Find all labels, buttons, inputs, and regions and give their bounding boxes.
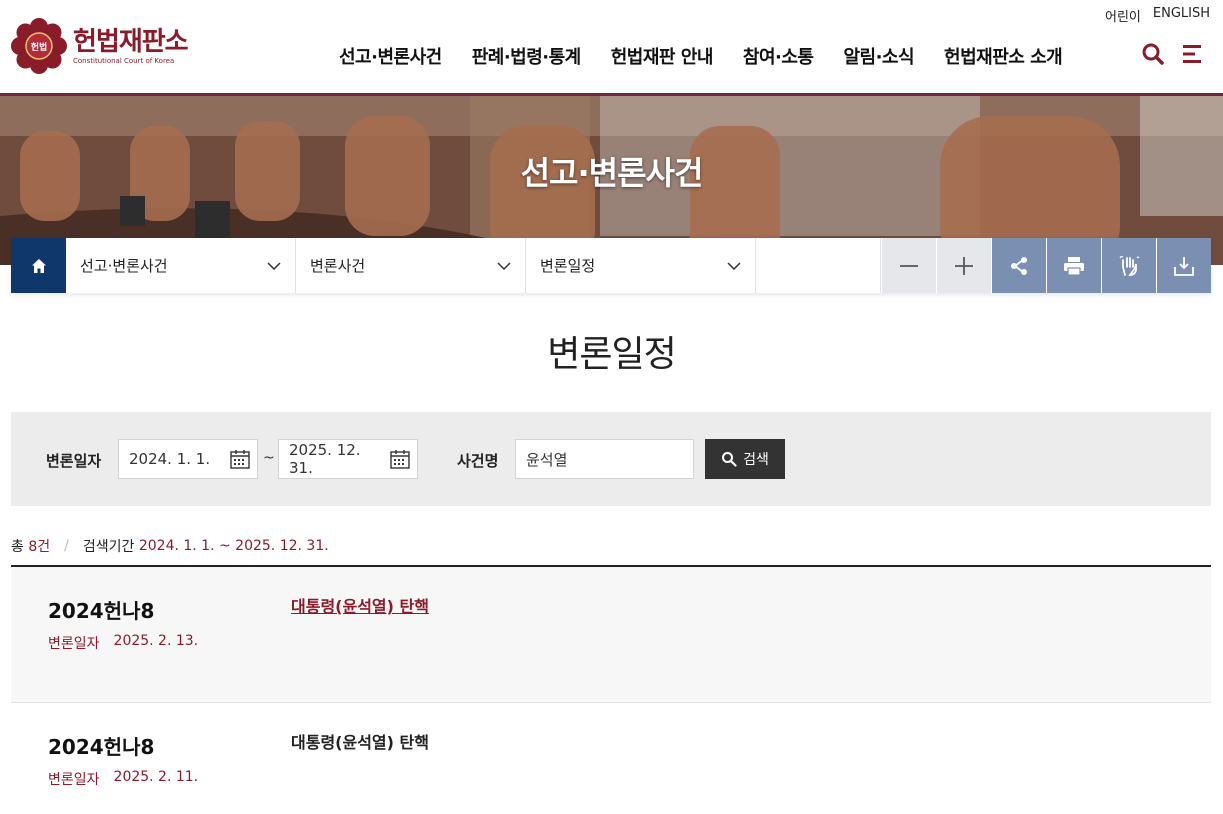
location-dropdown-3[interactable]: 변론일정 bbox=[526, 238, 756, 293]
main-nav: 선고·변론사건 판례·법령·통계 헌법재판 안내 참여·소통 알림·소식 헌법재… bbox=[339, 43, 1063, 69]
chevron-down-icon bbox=[497, 261, 511, 270]
english-link[interactable]: ENGLISH bbox=[1153, 6, 1210, 25]
download-button[interactable] bbox=[1156, 238, 1211, 293]
svg-text:헌법: 헌법 bbox=[31, 41, 48, 53]
chevron-down-icon bbox=[727, 261, 741, 270]
calendar-icon[interactable] bbox=[229, 448, 251, 470]
print-icon bbox=[1064, 256, 1084, 276]
search-period: 2024. 1. 1. ~ 2025. 12. 31. bbox=[138, 538, 329, 554]
calendar-icon[interactable] bbox=[389, 448, 411, 470]
banner-title: 선고·변론사건 bbox=[520, 154, 704, 192]
zoom-out-button[interactable] bbox=[881, 238, 936, 293]
case-name-link[interactable]: 대통령(윤석열) 탄핵 bbox=[291, 729, 429, 753]
case-name-label: 사건명 bbox=[457, 452, 499, 470]
list-item[interactable]: 2024헌나8 변론일자 2025. 2. 11. 대통령(윤석열) 탄핵 bbox=[11, 703, 1211, 814]
search-button[interactable]: 검색 bbox=[705, 439, 785, 479]
location-dropdown-2[interactable]: 변론사건 bbox=[296, 238, 526, 293]
case-number: 2024헌나8 bbox=[48, 735, 155, 759]
nav-item-precedents[interactable]: 판례·법령·통계 bbox=[472, 43, 582, 69]
gesture-icon bbox=[1119, 255, 1140, 276]
search-form: 변론일자 2024. 1. 1. ~ 2025. 12. 31. 사건명 검색 bbox=[11, 412, 1211, 506]
site-header: 어린이 ENGLISH 헌법 헌법재판소 Constitutional Cour… bbox=[0, 0, 1223, 93]
case-date: 변론일자 2025. 2. 11. bbox=[48, 769, 199, 788]
site-logo[interactable]: 헌법 헌법재판소 Constitutional Court of Korea bbox=[11, 18, 189, 74]
location-spacer bbox=[756, 238, 881, 293]
result-summary: 총 8건 / 검색기간 2024. 1. 1. ~ 2025. 12. 31. bbox=[11, 538, 329, 555]
gesture-button[interactable] bbox=[1101, 238, 1156, 293]
nav-item-decisions[interactable]: 선고·변론사건 bbox=[339, 43, 442, 69]
menu-icon[interactable] bbox=[1181, 42, 1205, 66]
page-title: 변론일정 bbox=[547, 334, 676, 375]
share-icon bbox=[1011, 256, 1027, 275]
nav-item-participation[interactable]: 참여·소통 bbox=[743, 43, 814, 69]
case-date: 변론일자 2025. 2. 13. bbox=[48, 633, 199, 652]
date-to-field[interactable]: 2025. 12. 31. bbox=[278, 439, 418, 479]
list-item[interactable]: 2024헌나8 변론일자 2025. 2. 13. 대통령(윤석열) 탄핵 bbox=[11, 567, 1211, 703]
search-icon bbox=[722, 452, 737, 467]
search-icon[interactable] bbox=[1141, 42, 1165, 66]
nav-item-about[interactable]: 헌법재판소 소개 bbox=[944, 43, 1063, 69]
logo-title: 헌법재판소 bbox=[73, 26, 189, 57]
logo-subtitle: Constitutional Court of Korea bbox=[73, 56, 175, 65]
home-button[interactable] bbox=[11, 238, 66, 293]
date-from-field[interactable]: 2024. 1. 1. bbox=[118, 439, 258, 479]
download-icon bbox=[1174, 256, 1194, 276]
utility-links: 어린이 ENGLISH bbox=[1105, 6, 1210, 25]
nav-item-news[interactable]: 알림·소식 bbox=[843, 43, 914, 69]
date-range-separator: ~ bbox=[263, 450, 275, 466]
case-name-input[interactable] bbox=[515, 439, 694, 479]
result-list: 2024헌나8 변론일자 2025. 2. 13. 대통령(윤석열) 탄핵 20… bbox=[11, 565, 1211, 814]
zoom-out-icon bbox=[900, 264, 918, 267]
case-number: 2024헌나8 bbox=[48, 599, 155, 623]
location-bar: 선고·변론사건 변론사건 변론일정 bbox=[11, 238, 1211, 293]
share-button[interactable] bbox=[991, 238, 1046, 293]
location-dropdown-1[interactable]: 선고·변론사건 bbox=[66, 238, 296, 293]
kids-link[interactable]: 어린이 bbox=[1105, 6, 1141, 25]
case-name-link[interactable]: 대통령(윤석열) 탄핵 bbox=[291, 593, 429, 617]
date-label: 변론일자 bbox=[46, 452, 102, 470]
zoom-in-icon bbox=[955, 256, 973, 275]
home-icon bbox=[31, 258, 46, 273]
chevron-down-icon bbox=[267, 261, 281, 270]
nav-item-guide[interactable]: 헌법재판 안내 bbox=[611, 43, 714, 69]
result-count: 8건 bbox=[28, 539, 51, 555]
court-emblem-icon: 헌법 bbox=[11, 18, 67, 74]
zoom-in-button[interactable] bbox=[936, 238, 991, 293]
print-button[interactable] bbox=[1046, 238, 1101, 293]
